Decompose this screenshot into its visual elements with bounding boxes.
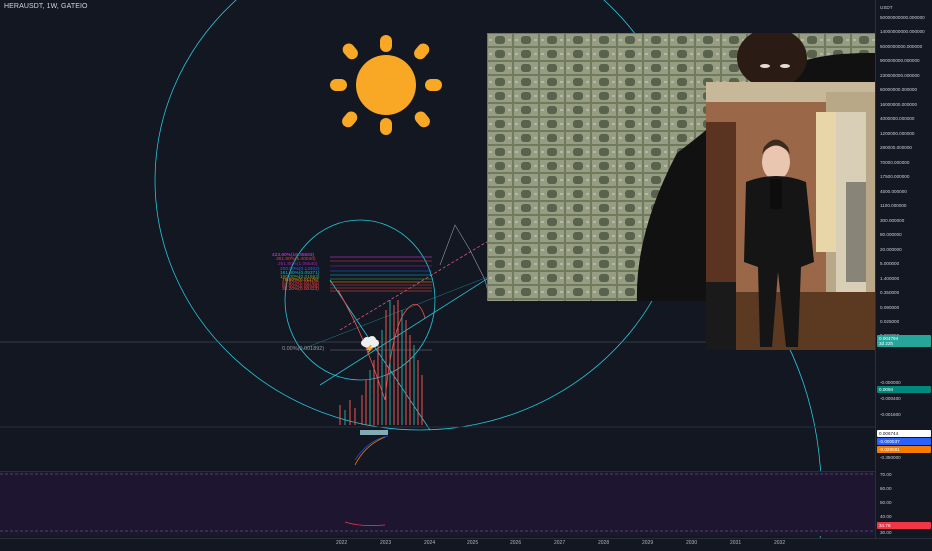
- price-tick: 0.350000: [880, 290, 900, 295]
- year-label: 2030: [686, 540, 698, 546]
- rsi-tick: 60.00: [880, 486, 892, 491]
- year-label: 2023: [380, 540, 392, 546]
- year-label: 2032: [774, 540, 786, 546]
- price-tick: 0.090000: [880, 305, 900, 310]
- year-label: 2026: [510, 540, 522, 546]
- projection-path: [439, 224, 491, 301]
- price-tick: 0.025000: [880, 319, 900, 324]
- price-tick: 1.400000: [880, 276, 900, 281]
- year-label: 2024: [424, 540, 436, 546]
- rsi-drawing: [0, 473, 875, 532]
- pane-divider-2: [0, 471, 875, 472]
- time-scale[interactable]: 2022 2023 2024 2025 2026 2027 2028 2029 …: [0, 538, 932, 551]
- price-tick: 1100.000000: [880, 203, 907, 208]
- rsi-badge: 34.76: [877, 522, 931, 529]
- price-tick: 17500.000000: [880, 174, 910, 179]
- fib-label-zero: 0.00%(0.001892): [282, 346, 325, 352]
- rsi-tick: 70.00: [880, 472, 892, 477]
- current-price-countdown: 3d 22h: [879, 341, 894, 346]
- price-tick: 80.000000: [880, 232, 902, 237]
- lower-tick: -0.000000: [880, 380, 901, 385]
- sun-icon: [330, 35, 442, 135]
- price-tick: 300.000000: [880, 218, 905, 223]
- price-tick: 4000000.000000: [880, 116, 915, 121]
- price-tick: 280000.000000: [880, 145, 912, 150]
- lower-tick: -0.000400: [880, 396, 901, 401]
- year-label: 2027: [554, 540, 566, 546]
- secondary-price-badge: 0.0094: [877, 386, 931, 393]
- current-price-badge[interactable]: 0.004794 3d 22h: [877, 335, 931, 347]
- macd-curve: [354, 436, 386, 466]
- rsi-pane[interactable]: [0, 472, 875, 536]
- year-label: 2029: [642, 540, 654, 546]
- price-tick: 5.000000: [880, 261, 900, 266]
- symbol-title[interactable]: HERAUSDT, 1W, GATEIO: [4, 3, 88, 10]
- price-tick: 14000000000.000000: [880, 29, 925, 34]
- price-tick: 50000000000.000000: [880, 15, 925, 20]
- price-tick: 5000000000.000000: [880, 44, 923, 49]
- price-tick: 70000.000000: [880, 160, 910, 165]
- fib-circle-small: [284, 219, 436, 381]
- year-label: 2031: [730, 540, 742, 546]
- histogram-badge: -0.029081: [877, 446, 931, 453]
- price-tick: 16000000.000000: [880, 102, 918, 107]
- year-label: 2022: [336, 540, 348, 546]
- price-scale[interactable]: USDT 50000000000.000000 14000000000.0000…: [875, 0, 932, 538]
- chart-area[interactable]: HERAUSDT, 1W, GATEIO 423.60%(16.45563) 3…: [0, 0, 875, 538]
- year-label: 2025: [467, 540, 479, 546]
- rsi-tick: 50.00: [880, 500, 892, 505]
- macd-badge: 0.006744: [877, 430, 931, 437]
- price-tick: 900000000.000000: [880, 58, 920, 63]
- price-tick: 20.000000: [880, 247, 902, 252]
- cloud-lightning-icon: [360, 336, 380, 354]
- rsi-tick: 40.00: [880, 514, 892, 519]
- fib-lines: [330, 256, 432, 292]
- signal-badge: -0.000537: [877, 438, 931, 445]
- lower-tick: -0.001600: [880, 412, 901, 417]
- lower-tick: -0.350000: [880, 455, 901, 460]
- price-unit: USDT: [880, 5, 893, 10]
- fib-label-382: 38.20%(0.00423): [282, 287, 319, 292]
- price-tick: 1200000.000000: [880, 131, 915, 136]
- man-in-suit-photo: [706, 82, 875, 350]
- price-tick: 230000000.000000: [880, 73, 920, 78]
- year-label: 2028: [598, 540, 610, 546]
- price-tick: 60000000.000000: [880, 87, 918, 92]
- price-tick: 4500.000000: [880, 189, 907, 194]
- rsi-tick: 30.00: [880, 530, 892, 535]
